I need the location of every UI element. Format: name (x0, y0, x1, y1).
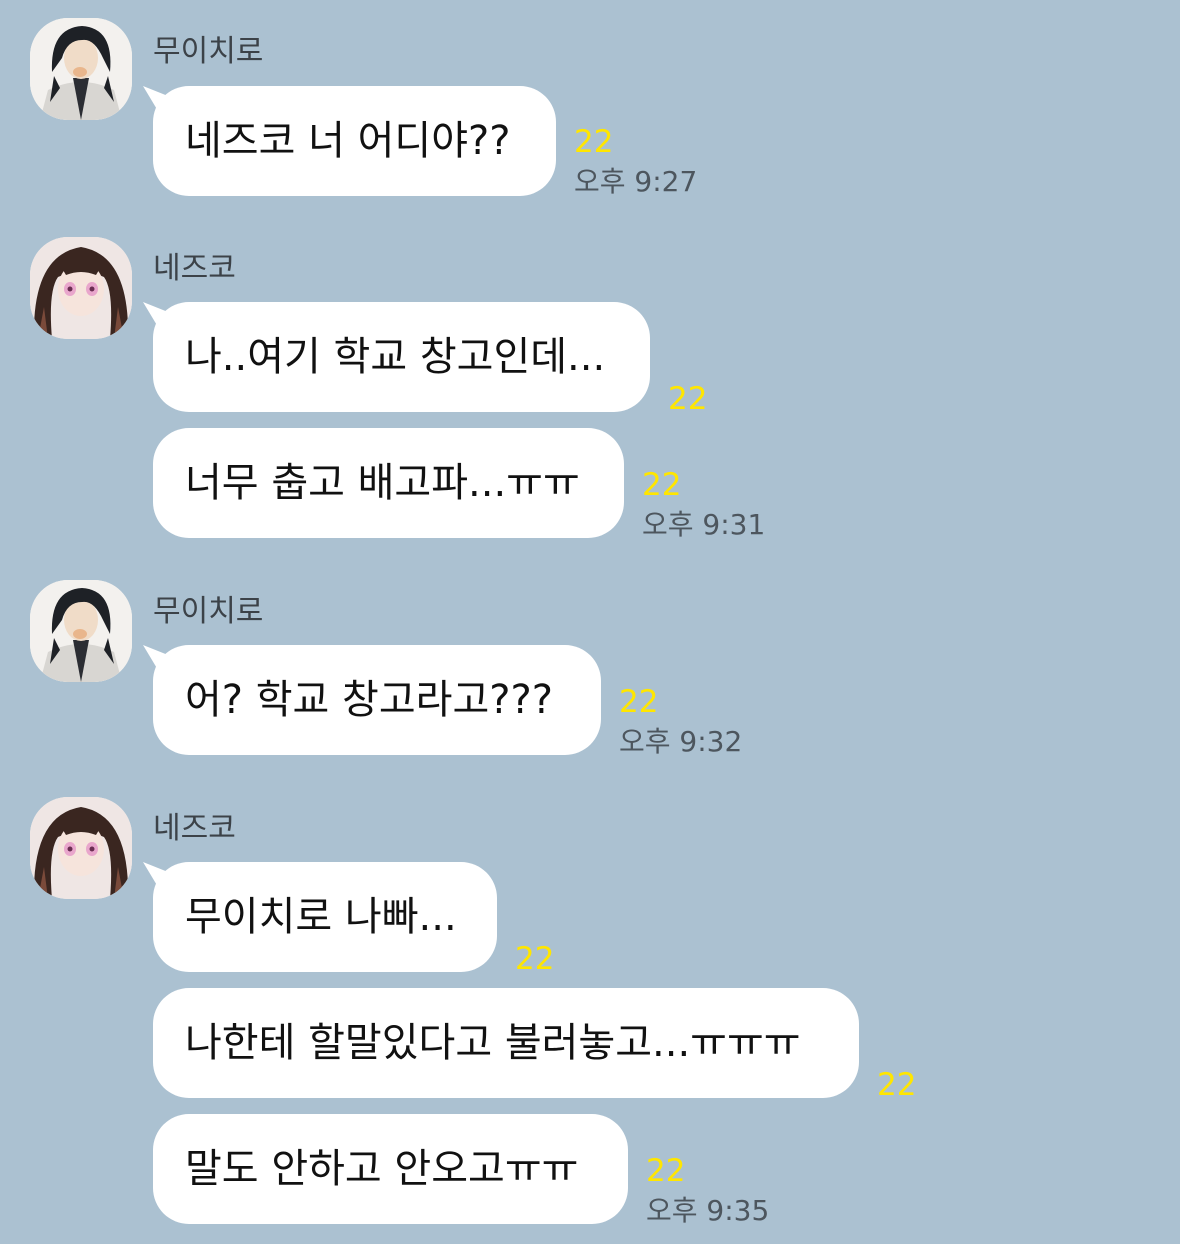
muichiro-avatar-icon[interactable] (30, 580, 132, 682)
unread-count: 22 (515, 941, 555, 977)
unread-count: 22 (642, 467, 682, 503)
message-bubble[interactable]: 너무 춥고 배고파...ㅠㅠ (153, 428, 624, 538)
message-meta: 22 오후 9:35 (646, 1154, 769, 1228)
nezuko-avatar-icon[interactable] (30, 797, 132, 899)
sender-name: 무이치로 (153, 34, 264, 69)
message-meta: 22 (668, 382, 707, 416)
message-bubble[interactable]: 어? 학교 창고라고??? (153, 645, 601, 755)
muichiro-avatar-icon[interactable] (30, 18, 132, 120)
message-bubble[interactable]: 네즈코 너 어디야?? (153, 86, 556, 196)
unread-count: 22 (877, 1067, 917, 1103)
message-meta: 22 (877, 1068, 916, 1102)
message-meta: 22 오후 9:27 (574, 125, 697, 199)
message-meta: 22 오후 9:32 (619, 685, 742, 759)
message-meta: 22 (515, 942, 554, 976)
sender-name: 무이치로 (153, 594, 264, 629)
message-time: 오후 9:32 (619, 725, 743, 758)
message-bubble[interactable]: 나한테 할말있다고 불러놓고...ㅠㅠㅠ (153, 988, 859, 1098)
message-bubble[interactable]: 말도 안하고 안오고ㅠㅠ (153, 1114, 628, 1224)
unread-count: 22 (668, 381, 708, 417)
sender-name: 네즈코 (153, 251, 236, 286)
message-time: 오후 9:35 (646, 1194, 770, 1227)
message-time: 오후 9:31 (642, 508, 766, 541)
message-bubble[interactable]: 무이치로 나빠... (153, 862, 497, 972)
unread-count: 22 (574, 124, 614, 160)
nezuko-avatar-icon[interactable] (30, 237, 132, 339)
message-bubble[interactable]: 나..여기 학교 창고인데... (153, 302, 650, 412)
unread-count: 22 (619, 684, 659, 720)
message-meta: 22 오후 9:31 (642, 468, 765, 542)
sender-name: 네즈코 (153, 811, 236, 846)
message-time: 오후 9:27 (574, 165, 698, 198)
unread-count: 22 (646, 1153, 686, 1189)
